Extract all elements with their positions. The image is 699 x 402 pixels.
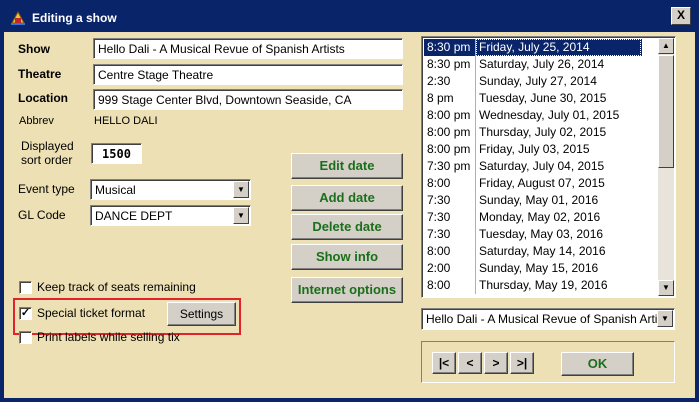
abbrev-value: HELLO DALI	[94, 115, 158, 127]
performance-date: Saturday, July 26, 2014	[479, 57, 605, 71]
abbrev-label: Abbrev	[19, 115, 54, 127]
event-type-select[interactable]: Musical ▼	[90, 179, 251, 200]
date-list-row[interactable]: 7:30 pm Saturday, July 04, 2015	[424, 158, 604, 175]
performance-date: Friday, July 03, 2015	[479, 142, 590, 156]
date-list-row[interactable]: 8 pm Tuesday, June 30, 2015	[424, 90, 606, 107]
checkmark-icon[interactable]: ✓	[19, 306, 32, 320]
performance-date-list[interactable]: 8:30 pm Friday, July 25, 2014 8:30 pm Satur…	[421, 36, 676, 298]
app-icon	[10, 10, 26, 26]
performance-date: Tuesday, June 30, 2015	[479, 91, 607, 105]
date-list-row[interactable]: 8:30 pm Friday, July 25, 2014	[424, 39, 642, 56]
scroll-up-icon[interactable]: ▲	[658, 38, 674, 54]
date-list-row[interactable]: 8:00 pm Friday, July 03, 2015	[424, 141, 590, 158]
add-date-button[interactable]: Add date	[291, 185, 403, 211]
show-info-button[interactable]: Show info	[291, 244, 403, 270]
sort-order-label-line1: Displayed	[21, 139, 74, 153]
performance-date: Friday, July 25, 2014	[476, 39, 641, 56]
previous-record-button[interactable]: <	[458, 352, 482, 374]
date-list-row[interactable]: 8:30 pm Saturday, July 26, 2014	[424, 56, 604, 73]
close-button[interactable]: X	[671, 7, 691, 25]
performance-date: Sunday, May 15, 2016	[479, 261, 599, 275]
keep-track-label: Keep track of seats remaining	[37, 280, 196, 294]
performance-time: 7:30	[424, 226, 476, 243]
special-ticket-label: Special ticket format	[37, 306, 146, 320]
print-labels-checkbox[interactable]: Print labels while selling tix	[19, 330, 180, 344]
date-list-row[interactable]: 2:30 Sunday, July 27, 2014	[424, 73, 597, 90]
performance-date: Saturday, May 14, 2016	[479, 244, 606, 258]
performance-time: 2:30	[424, 73, 476, 90]
performance-date: Tuesday, May 03, 2016	[479, 227, 604, 241]
performance-time: 8:00 pm	[424, 141, 476, 158]
performance-date: Sunday, July 27, 2014	[479, 74, 597, 88]
performance-time: 8:00	[424, 243, 476, 260]
gl-code-value: DANCE DEPT	[95, 209, 173, 223]
event-type-label: Event type	[18, 182, 75, 196]
gl-code-label: GL Code	[18, 208, 66, 222]
location-label: Location	[18, 91, 68, 105]
edit-date-button[interactable]: Edit date	[291, 153, 403, 179]
date-list-row[interactable]: 8:00 Saturday, May 14, 2016	[424, 243, 606, 260]
settings-button[interactable]: Settings	[167, 302, 236, 326]
chevron-down-icon[interactable]: ▼	[657, 310, 673, 327]
date-list-row[interactable]: 7:30 Sunday, May 01, 2016	[424, 192, 598, 209]
theatre-label: Theatre	[18, 67, 62, 81]
show-label: Show	[18, 42, 50, 56]
event-type-value: Musical	[95, 183, 136, 197]
performance-date: Thursday, May 19, 2016	[479, 278, 608, 292]
chevron-down-icon[interactable]: ▼	[233, 181, 249, 198]
date-list-row[interactable]: 7:30 Monday, May 02, 2016	[424, 209, 600, 226]
date-list-row[interactable]: 8:00 pm Wednesday, July 01, 2015	[424, 107, 619, 124]
performance-time: 2:00	[424, 260, 476, 277]
next-record-button[interactable]: >	[484, 352, 508, 374]
date-list-row[interactable]: 7:30 Tuesday, May 03, 2016	[424, 226, 603, 243]
vertical-scrollbar[interactable]: ▲ ▼	[658, 38, 674, 296]
performance-date: Wednesday, July 01, 2015	[479, 108, 620, 122]
show-name-field[interactable]: Hello Dali - A Musical Revue of Spanish …	[93, 38, 403, 59]
show-selector[interactable]: Hello Dali - A Musical Revue of Spanish …	[421, 308, 675, 330]
performance-time: 8:30 pm	[424, 56, 476, 73]
first-record-button[interactable]: |<	[432, 352, 456, 374]
show-selector-value: Hello Dali - A Musical Revue of Spanish …	[426, 312, 658, 326]
delete-date-button[interactable]: Delete date	[291, 214, 403, 240]
location-field[interactable]: 999 Stage Center Blvd, Downtown Seaside,…	[93, 89, 403, 110]
checkbox-box[interactable]	[19, 280, 32, 294]
performance-time: 8:00	[424, 175, 476, 192]
navigation-panel: |< < > >| OK	[421, 341, 675, 383]
theatre-field[interactable]: Centre Stage Theatre	[93, 64, 403, 85]
window-title: Editing a show	[32, 11, 117, 25]
keep-track-checkbox[interactable]: Keep track of seats remaining	[19, 280, 196, 294]
performance-date: Monday, May 02, 2016	[479, 210, 601, 224]
internet-options-button[interactable]: Internet options	[291, 277, 403, 303]
performance-time: 8:30 pm	[424, 39, 476, 56]
performance-time: 8:00 pm	[424, 107, 476, 124]
performance-date: Thursday, July 02, 2015	[479, 125, 607, 139]
performance-time: 7:30	[424, 209, 476, 226]
sort-order-field[interactable]: 1500	[91, 143, 142, 164]
checkbox-box[interactable]	[19, 330, 32, 344]
performance-date: Saturday, July 04, 2015	[479, 159, 605, 173]
dialog-body: Show Hello Dali - A Musical Revue of Spa…	[4, 32, 695, 398]
special-ticket-checkbox[interactable]: ✓ Special ticket format	[19, 306, 145, 320]
performance-date: Sunday, May 01, 2016	[479, 193, 599, 207]
performance-time: 7:30 pm	[424, 158, 476, 175]
date-list-row[interactable]: 8:00 pm Thursday, July 02, 2015	[424, 124, 606, 141]
performance-time: 8:00	[424, 277, 476, 294]
sort-order-label-line2: sort order	[21, 153, 73, 167]
scroll-thumb[interactable]	[658, 55, 674, 168]
scroll-down-icon[interactable]: ▼	[658, 280, 674, 296]
date-list-row[interactable]: 2:00 Sunday, May 15, 2016	[424, 260, 598, 277]
date-list-row[interactable]: 8:00 Friday, August 07, 2015	[424, 175, 605, 192]
print-labels-label: Print labels while selling tix	[37, 330, 180, 344]
last-record-button[interactable]: >|	[510, 352, 534, 374]
editing-show-window: Editing a show X Show Hello Dali - A Mus…	[0, 0, 699, 402]
date-list-row[interactable]: 8:00 Thursday, May 19, 2016	[424, 277, 608, 294]
ok-button[interactable]: OK	[561, 352, 634, 376]
title-bar[interactable]: Editing a show X	[4, 4, 695, 32]
chevron-down-icon[interactable]: ▼	[233, 207, 249, 224]
performance-date: Friday, August 07, 2015	[479, 176, 605, 190]
performance-time: 7:30	[424, 192, 476, 209]
performance-time: 8 pm	[424, 90, 476, 107]
performance-time: 8:00 pm	[424, 124, 476, 141]
gl-code-select[interactable]: DANCE DEPT ▼	[90, 205, 251, 226]
